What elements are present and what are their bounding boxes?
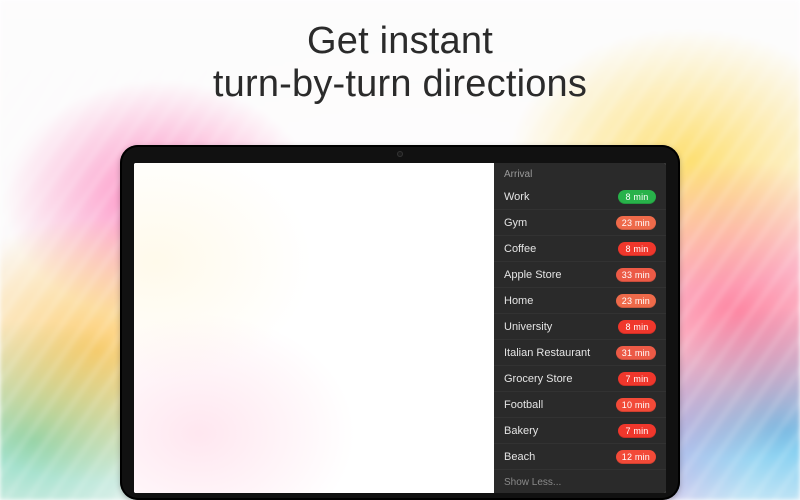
map-pane[interactable]	[134, 163, 494, 493]
eta-badge: 23 min	[616, 294, 656, 308]
eta-badge: 8 min	[618, 320, 656, 334]
destination-row[interactable]: Italian Restaurant 31 min	[494, 340, 666, 366]
destination-name: Coffee	[504, 243, 536, 255]
destination-row[interactable]: Work 8 min	[494, 184, 666, 210]
destination-name: Bakery	[504, 425, 538, 437]
destination-row[interactable]: Beach 12 min	[494, 444, 666, 470]
eta-badge: 8 min	[618, 242, 656, 256]
eta-badge: 23 min	[616, 216, 656, 230]
destination-row[interactable]: Gym 23 min	[494, 210, 666, 236]
destination-row[interactable]: Grocery Store 7 min	[494, 366, 666, 392]
destination-name: Italian Restaurant	[504, 347, 590, 359]
eta-badge: 7 min	[618, 372, 656, 386]
eta-badge: 33 min	[616, 268, 656, 282]
destination-row[interactable]: Coffee 8 min	[494, 236, 666, 262]
camera-icon	[397, 151, 403, 157]
headline-line1: Get instant	[0, 20, 800, 63]
eta-badge: 10 min	[616, 398, 656, 412]
eta-badge: 31 min	[616, 346, 656, 360]
laptop-bezel: Arrival Work 8 min Gym 23 min Coffee 8 min App…	[120, 145, 680, 500]
marketing-headline: Get instant turn-by-turn directions	[0, 20, 800, 106]
destination-name: University	[504, 321, 552, 333]
destination-row[interactable]: Football 10 min	[494, 392, 666, 418]
destination-list: Work 8 min Gym 23 min Coffee 8 min Apple Store…	[494, 184, 666, 470]
destination-row[interactable]: Bakery 7 min	[494, 418, 666, 444]
destination-name: Work	[504, 191, 529, 203]
show-less-button[interactable]: Show Less...	[494, 470, 666, 493]
headline-line2: turn-by-turn directions	[0, 63, 800, 106]
destination-name: Gym	[504, 217, 527, 229]
destination-name: Grocery Store	[504, 373, 572, 385]
eta-badge: 8 min	[618, 190, 656, 204]
destination-name: Football	[504, 399, 543, 411]
destination-name: Home	[504, 295, 533, 307]
destinations-panel: Arrival Work 8 min Gym 23 min Coffee 8 min App…	[494, 163, 666, 493]
eta-badge: 7 min	[618, 424, 656, 438]
destination-row[interactable]: University 8 min	[494, 314, 666, 340]
laptop-frame: Arrival Work 8 min Gym 23 min Coffee 8 min App…	[120, 145, 680, 500]
destination-row[interactable]: Apple Store 33 min	[494, 262, 666, 288]
app-screen: Arrival Work 8 min Gym 23 min Coffee 8 min App…	[134, 163, 666, 493]
destination-name: Beach	[504, 451, 535, 463]
panel-header: Arrival	[494, 163, 666, 184]
eta-badge: 12 min	[616, 450, 656, 464]
destination-name: Apple Store	[504, 269, 561, 281]
destination-row[interactable]: Home 23 min	[494, 288, 666, 314]
